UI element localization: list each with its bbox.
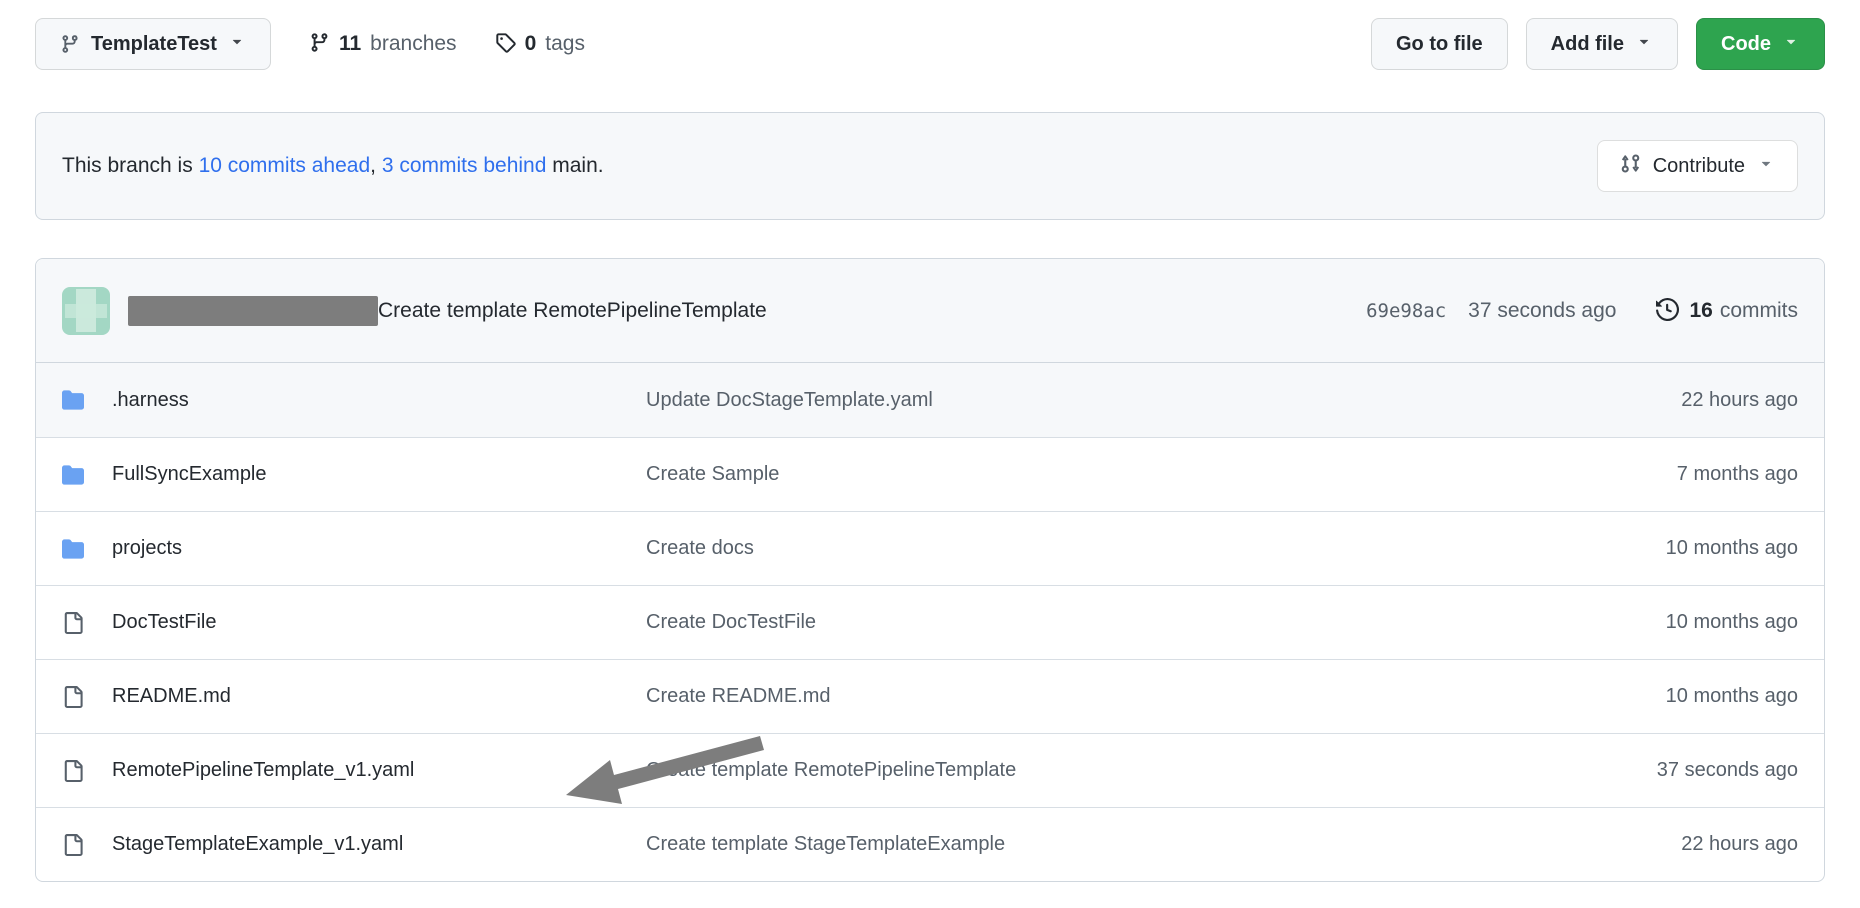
chevron-down-icon [1757,154,1775,178]
code-label: Code [1721,33,1771,56]
file-name-link[interactable]: README.md [112,685,231,707]
branch-status-banner: This branch is 10 commits ahead, 3 commi… [35,112,1825,220]
latest-commit-meta: 69e98ac 37 seconds ago 16 commits [1366,298,1798,323]
branches-count: 11 [339,32,361,56]
repo-toolbar: TemplateTest 11 branches 0 tags Go to fi… [35,18,1825,70]
add-file-label: Add file [1551,33,1624,56]
file-icon [62,612,112,634]
commit-age: 10 months ago [1568,685,1798,708]
history-clock-icon [1656,298,1689,323]
file-browser: Create template RemotePipelineTemplate 6… [35,258,1825,882]
file-name-link[interactable]: RemotePipelineTemplate_v1.yaml [112,759,414,781]
file-name-link[interactable]: .harness [112,389,189,411]
table-row: RemotePipelineTemplate_v1.yaml Create te… [36,733,1824,807]
table-row: DocTestFile Create DocTestFile 10 months… [36,585,1824,659]
commits-ahead-link[interactable]: 10 commits ahead [199,154,371,177]
git-compare-icon [1620,153,1641,180]
folder-icon [62,464,112,486]
commit-message-link[interactable]: Create template RemotePipelineTemplate [646,759,1016,781]
commit-message-link[interactable]: Create docs [646,537,754,559]
commit-time: 37 seconds ago [1468,299,1616,323]
commit-message-link[interactable]: Create Sample [646,463,779,485]
table-row: projects Create docs 10 months ago [36,511,1824,585]
folder-icon [62,538,112,560]
commit-message-link[interactable]: Update DocStageTemplate.yaml [646,389,933,411]
table-row: .harness Update DocStageTemplate.yaml 22… [36,363,1824,437]
table-row: README.md Create README.md 10 months ago [36,659,1824,733]
branches-link[interactable]: 11 branches [309,32,457,56]
commit-age: 22 hours ago [1568,833,1798,856]
tags-link[interactable]: 0 tags [495,32,585,56]
tags-label: tags [545,32,585,56]
branch-status-prefix: This branch is [62,154,199,177]
branches-label: branches [370,32,456,56]
file-name-link[interactable]: projects [112,537,182,559]
commit-message-link[interactable]: Create DocTestFile [646,611,816,633]
branch-status-text: This branch is 10 commits ahead, 3 commi… [62,154,604,178]
commit-hash-link[interactable]: 69e98ac [1366,300,1446,322]
contribute-button[interactable]: Contribute [1597,140,1798,192]
branch-status-separator: , [370,154,382,177]
redacted-author-name [128,296,378,326]
commit-age: 7 months ago [1568,463,1798,486]
add-file-button[interactable]: Add file [1526,18,1678,70]
commit-age: 37 seconds ago [1568,759,1798,782]
chevron-down-icon [1782,32,1800,56]
file-icon [62,686,112,708]
commit-age: 10 months ago [1568,611,1798,634]
contribute-label: Contribute [1653,155,1745,178]
author-avatar[interactable] [62,287,110,335]
chevron-down-icon [1635,32,1653,56]
commit-age: 10 months ago [1568,537,1798,560]
git-branch-icon [60,34,80,54]
tag-icon [495,32,516,56]
go-to-file-button[interactable]: Go to file [1371,18,1508,70]
branch-selector-label: TemplateTest [91,33,217,56]
branch-status-suffix: main. [546,154,603,177]
latest-commit-bar: Create template RemotePipelineTemplate 6… [36,259,1824,363]
git-branch-icon [309,32,330,56]
tags-count: 0 [525,32,537,56]
commits-label: commits [1720,299,1798,323]
file-name-link[interactable]: StageTemplateExample_v1.yaml [112,833,403,855]
chevron-down-icon [228,32,246,56]
table-row: FullSyncExample Create Sample 7 months a… [36,437,1824,511]
file-icon [62,760,112,782]
commit-message-link[interactable]: Create template StageTemplateExample [646,833,1005,855]
table-row: StageTemplateExample_v1.yaml Create temp… [36,807,1824,881]
commit-age: 22 hours ago [1568,389,1798,412]
repo-page: TemplateTest 11 branches 0 tags Go to fi… [35,18,1825,882]
file-name-link[interactable]: FullSyncExample [112,463,267,485]
code-button[interactable]: Code [1696,18,1825,70]
go-to-file-label: Go to file [1396,33,1483,56]
commits-count: 16 [1689,299,1712,323]
file-icon [62,834,112,856]
commits-behind-link[interactable]: 3 commits behind [382,154,547,177]
file-name-link[interactable]: DocTestFile [112,611,216,633]
commit-history-link[interactable]: 16 commits [1656,298,1798,323]
commit-message-link[interactable]: Create README.md [646,685,831,707]
latest-commit-message[interactable]: Create template RemotePipelineTemplate [378,299,767,323]
folder-icon [62,389,112,411]
branch-selector-button[interactable]: TemplateTest [35,18,271,70]
